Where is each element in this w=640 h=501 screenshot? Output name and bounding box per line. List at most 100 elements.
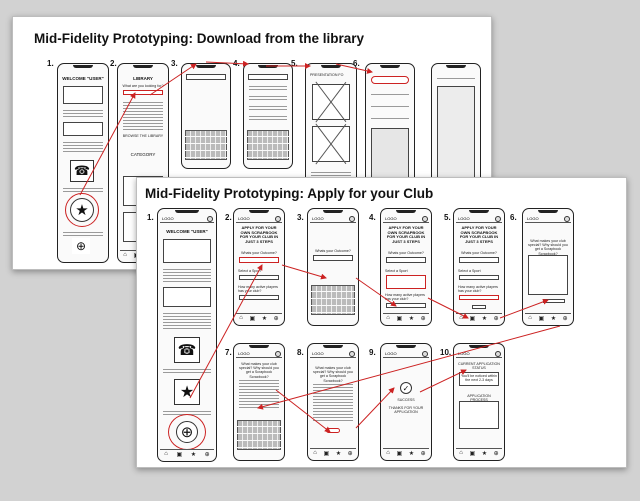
welcome-text: WELCOME "USER" [166, 229, 208, 234]
avatar [564, 216, 570, 222]
keyboard[interactable] [185, 130, 227, 160]
sport-select[interactable] [459, 275, 499, 280]
process-box [459, 401, 499, 429]
add-icon[interactable]: ⊕ [72, 238, 90, 254]
category-label: CATEGORY [130, 152, 156, 157]
welcome-text: WELCOME "USER" [62, 76, 104, 81]
players-label: How many active players has your club? [458, 285, 498, 294]
step-number: 1. [147, 213, 154, 222]
step-number: 4. [233, 59, 240, 68]
keyboard[interactable] [311, 285, 355, 315]
apply-heading: APPLY FOR YOUR OWN SCRAPBOOK FOR YOUR CL… [459, 225, 499, 244]
outcome-label: Whats your Outcome? [315, 249, 351, 253]
star-icon: ★ [174, 379, 200, 405]
outcome-label: Whats your Outcome? [388, 251, 424, 255]
logo: LOGO [160, 215, 214, 223]
step-number: 10. [440, 348, 452, 357]
thanks-text: THANKS FOR YOUR APPLICATION [388, 406, 424, 415]
what-makes-label: What makes your club special? Why should… [528, 239, 568, 256]
sheet1-title: Mid-Fidelity Prototyping: Download from … [34, 31, 364, 46]
phone-icon: ☎ [70, 160, 94, 182]
phone-frame: LOGO APPLY FOR YOUR OWN SCRAPBOOK FOR YO… [380, 208, 432, 326]
avatar [207, 216, 213, 222]
phone-frame [243, 63, 293, 169]
phone-icon: ☎ [174, 337, 200, 363]
outcome-input[interactable] [313, 255, 353, 261]
phone-frame [181, 63, 231, 169]
apply-heading: APPLY FOR YOUR OWN SCRAPBOOK FOR YOUR CL… [239, 225, 279, 244]
step-number: 1. [47, 59, 54, 68]
step-number: 2. [225, 213, 232, 222]
sport-label: Select a Sport [238, 269, 261, 273]
avatar [495, 351, 501, 357]
next-button[interactable] [472, 305, 486, 309]
players-input[interactable] [386, 303, 426, 308]
library-search-input[interactable] [123, 90, 163, 95]
outcome-input[interactable] [459, 257, 499, 263]
outcome-input[interactable] [239, 257, 279, 263]
sport-select[interactable] [239, 275, 279, 280]
step-number: 6. [510, 213, 517, 222]
image-placeholder [312, 126, 350, 162]
step-number: 2. [110, 59, 117, 68]
next-button[interactable] [543, 299, 565, 303]
outcome-input[interactable] [386, 257, 426, 263]
check-icon: ✓ [400, 382, 412, 394]
sport-label: Select a Sport [458, 269, 481, 273]
avatar [349, 351, 355, 357]
sheet-apply-club: Mid-Fidelity Prototyping: Apply for your… [136, 177, 627, 468]
step-number: 8. [297, 348, 304, 357]
what-makes-label: What makes your club special? Why should… [313, 366, 353, 383]
phone-frame: LOGO APPLY FOR YOUR OWN SCRAPBOOK FOR YO… [233, 208, 285, 326]
step-number: 3. [171, 59, 178, 68]
step-number: 5. [444, 213, 451, 222]
step-number: 7. [225, 348, 232, 357]
submit-button[interactable] [326, 428, 340, 433]
keyboard[interactable] [247, 130, 289, 160]
menu-item[interactable] [371, 76, 409, 84]
what-makes-label: What makes your club special? Why should… [239, 362, 279, 379]
phone-frame: LOGO What makes your club special? Why s… [233, 343, 285, 461]
phone-frame: LOGO Whats your Outcome? [307, 208, 359, 326]
image-placeholder [63, 122, 103, 136]
sheet2-title: Mid-Fidelity Prototyping: Apply for your… [145, 186, 434, 201]
phone-frame: WELCOME "USER" ☎ ★ ⊕ [57, 63, 109, 263]
outcome-label: Whats your Outcome? [241, 251, 277, 255]
step-number: 3. [297, 213, 304, 222]
avatar [422, 216, 428, 222]
players-input[interactable] [459, 295, 499, 300]
step-number: 9. [369, 348, 376, 357]
avatar [275, 216, 281, 222]
players-label: How many active players has your club? [238, 285, 278, 294]
search-input[interactable] [248, 74, 288, 80]
success-text: SUCCESS [397, 398, 415, 402]
step-number: 4. [369, 213, 376, 222]
special-textarea[interactable] [528, 255, 568, 295]
image-placeholder [312, 84, 350, 120]
sport-select[interactable] [386, 275, 426, 289]
phone-frame: LOGO APPLY FOR YOUR OWN SCRAPBOOK FOR YO… [453, 208, 505, 326]
phone-frame: LOGO ✓ SUCCESS THANKS FOR YOUR APPLICATI… [380, 343, 432, 461]
players-input[interactable] [239, 295, 279, 300]
sport-label: Select a Sport [385, 269, 408, 273]
search-input[interactable] [186, 74, 226, 80]
phone-frame: LOGO What makes your club special? Why s… [522, 208, 574, 326]
apply-heading: APPLY FOR YOUR OWN SCRAPBOOK FOR YOUR CL… [386, 225, 426, 244]
browse-label: BROWSE THE LIBRARY [122, 134, 164, 138]
avatar [349, 216, 355, 222]
library-question: What are you looking for? [122, 84, 164, 88]
current-status-text: CURRENT APPLICATION STATUS [458, 362, 500, 371]
presentation-label: PRESENTATION FO [310, 73, 344, 77]
image-placeholder [63, 86, 103, 104]
phone-frame: LOGO What makes your club special? Why s… [307, 343, 359, 461]
outcome-label: Whats your Outcome? [461, 251, 497, 255]
avatar [495, 216, 501, 222]
image-placeholder [163, 287, 211, 307]
keyboard[interactable] [237, 420, 281, 450]
players-label: How many active players has your club? [385, 293, 425, 302]
notice-text: You'll be noticed within the next 2-3 da… [460, 374, 498, 383]
phone-frame: LOGO WELCOME "USER" ☎ ★ ⊕ ⌂ ▣ ★ ⊕ [157, 208, 217, 462]
image-placeholder [163, 239, 211, 263]
avatar [275, 351, 281, 357]
phone-frame: LOGO CURRENT APPLICATION STATUS You'll b… [453, 343, 505, 461]
